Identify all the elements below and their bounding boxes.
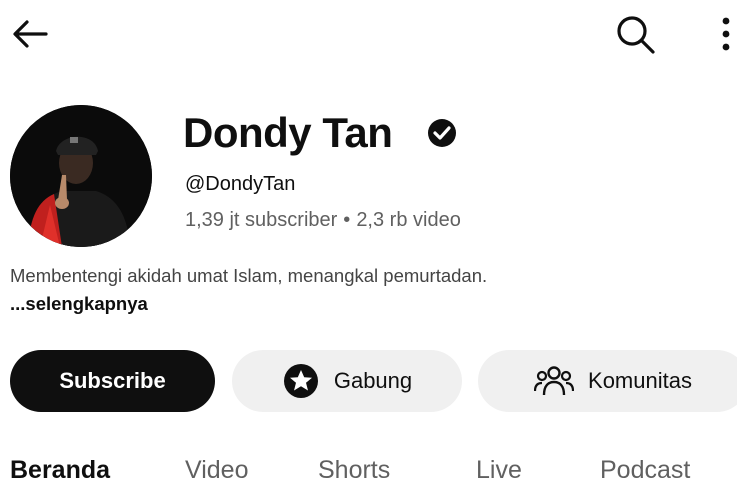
subscribe-label: Subscribe [59, 368, 166, 393]
avatar-image [10, 105, 152, 247]
star-badge-icon [282, 362, 320, 400]
channel-description[interactable]: Membentengi akidah umat Islam, menangkal… [10, 262, 530, 318]
join-label: Gabung [333, 368, 413, 393]
search-icon [617, 16, 655, 54]
community-button[interactable]: Komunitas [478, 350, 737, 412]
subscribe-button[interactable]: Subscribe [10, 350, 215, 412]
back-button[interactable] [8, 14, 52, 54]
arrow-left-icon [13, 20, 48, 48]
channel-handle: @DondyTan [185, 173, 296, 195]
read-more-link[interactable]: ...selengkapnya [10, 293, 148, 314]
community-label: Komunitas [588, 368, 692, 393]
tab-beranda[interactable]: Beranda [10, 456, 110, 485]
top-app-bar [0, 0, 737, 70]
search-button[interactable] [612, 12, 658, 56]
more-options-button[interactable] [716, 14, 736, 54]
stats-separator: • [343, 209, 351, 231]
people-icon [534, 364, 575, 398]
channel-tabs: Beranda Video Shorts Live Podcast [0, 452, 737, 490]
video-count: 2,3 rb video [356, 209, 461, 231]
verified-check-icon [424, 115, 460, 151]
tab-live[interactable]: Live [476, 456, 522, 485]
channel-name: Dondy Tan [183, 109, 393, 156]
subscriber-count: 1,39 jt subscriber [185, 209, 338, 231]
channel-avatar[interactable] [10, 105, 152, 247]
description-text: Membentengi akidah umat Islam, menangkal… [10, 265, 488, 286]
more-vertical-icon [722, 17, 730, 51]
tab-video[interactable]: Video [185, 456, 249, 485]
join-button[interactable]: Gabung [232, 350, 462, 412]
tab-shorts[interactable]: Shorts [318, 456, 390, 485]
channel-stats: 1,39 jt subscriber • 2,3 rb video [185, 209, 461, 232]
tab-podcast[interactable]: Podcast [600, 456, 690, 485]
